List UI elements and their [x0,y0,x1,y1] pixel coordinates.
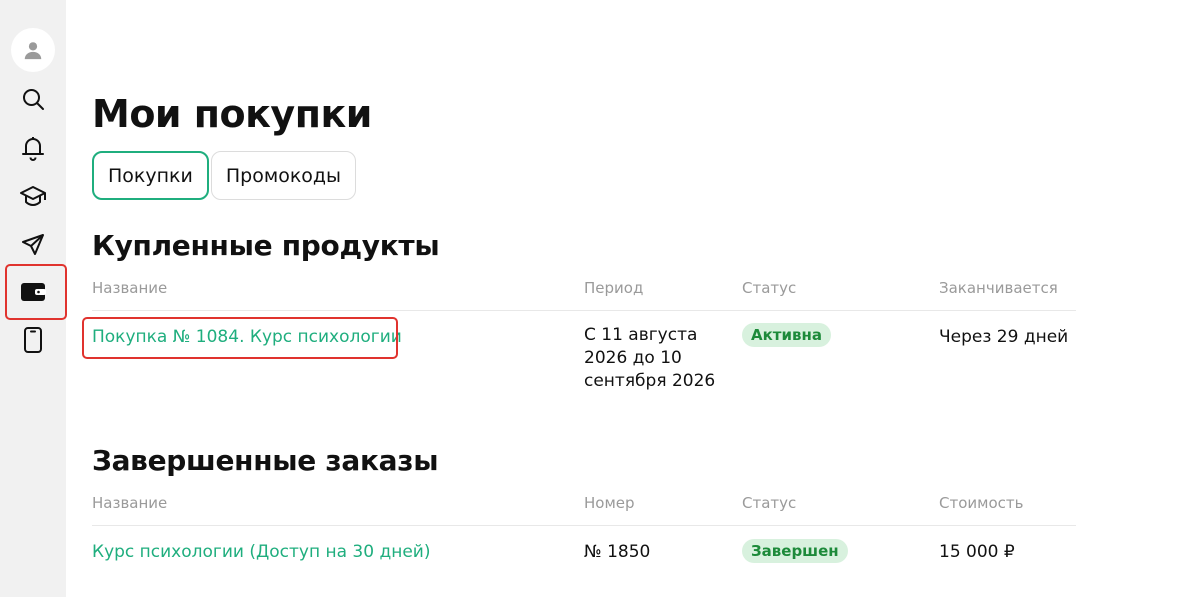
phone-icon [24,327,42,353]
column-header-status: Статус [742,494,797,512]
nav-notifications-button[interactable] [12,128,54,168]
sidebar [0,0,67,597]
column-header-status: Статус [742,279,797,297]
period-text: С 11 августа 2026 до 10 сентября 2026 [584,325,716,391]
tab-purchases[interactable]: Покупки [92,151,209,200]
column-header-ends: Заканчивается [939,279,1058,297]
status-badge: Активна [742,323,831,347]
highlight-box [82,317,398,359]
user-avatar-button[interactable] [11,28,55,72]
purchased-table-header: Название Период Статус Заканчивается [92,279,1076,309]
main-content: Мои покупки Покупки Промокоды Купленные … [82,0,1199,597]
nav-search-button[interactable] [12,79,54,119]
user-icon [24,42,42,60]
purchased-section-title: Купленные продукты [92,229,440,262]
order-link[interactable]: Курс психологии (Доступ на 30 дней) [92,542,430,562]
status-badge: Завершен [742,539,848,563]
price-text: 15 000 ₽ [939,542,1015,562]
search-icon [23,89,44,110]
column-header-price: Стоимость [939,494,1024,512]
tab-promocodes[interactable]: Промокоды [210,151,357,200]
divider [92,310,1076,311]
nav-messages-button[interactable] [12,225,54,265]
divider [92,525,1076,526]
tabs: Покупки Промокоды [92,151,357,200]
page-title: Мои покупки [92,92,372,136]
completed-table-header: Название Номер Статус Стоимость [92,494,1076,524]
nav-courses-button[interactable] [12,176,54,216]
bell-icon [22,137,44,161]
completed-section-title: Завершенные заказы [92,444,439,477]
send-icon [22,234,44,255]
column-header-period: Период [584,279,644,297]
order-number: № 1850 [584,542,651,562]
column-header-name: Название [92,279,168,297]
highlight-box [5,264,67,320]
nav-mobile-button[interactable] [12,320,54,360]
graduation-cap-icon [20,186,46,206]
column-header-number: Номер [584,494,635,512]
ends-text: Через 29 дней [939,327,1069,347]
column-header-name: Название [92,494,168,512]
